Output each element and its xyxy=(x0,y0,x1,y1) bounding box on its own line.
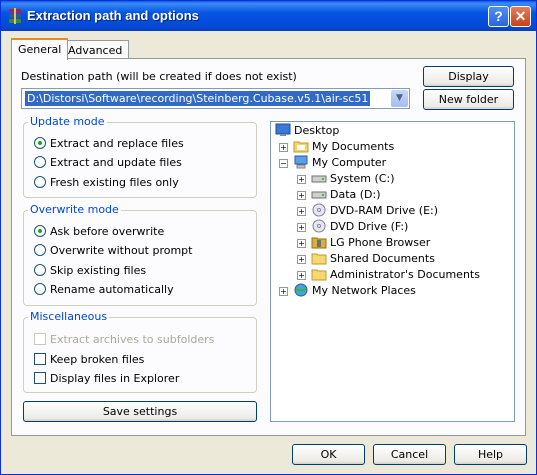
expand-plus-icon[interactable]: + xyxy=(279,143,288,152)
folder-icon xyxy=(311,269,327,281)
folder-icon xyxy=(311,253,327,265)
tree-item-administrators-documents[interactable]: + Administrator's Documents xyxy=(297,267,480,283)
folder-documents-icon xyxy=(293,141,309,153)
radio-extract-and-update[interactable]: Extract and update files xyxy=(34,156,182,170)
expand-plus-icon[interactable]: + xyxy=(297,239,306,248)
tab-general[interactable]: General xyxy=(11,38,69,60)
display-button[interactable]: Display xyxy=(423,66,514,87)
radio-fresh-existing[interactable]: Fresh existing files only xyxy=(34,176,179,190)
overwrite-mode-title: Overwrite mode xyxy=(28,203,121,216)
radio-icon-selected[interactable] xyxy=(34,137,46,149)
tree-item-lg-phone-browser[interactable]: + LG Phone Browser xyxy=(297,235,430,251)
expand-plus-icon[interactable]: + xyxy=(297,207,306,216)
radio-label: Skip existing files xyxy=(50,264,147,277)
tree-item-system-c[interactable]: + System (C:) xyxy=(297,171,395,187)
update-mode-title: Update mode xyxy=(28,115,107,128)
expand-plus-icon[interactable]: + xyxy=(279,287,288,296)
update-mode-group: Update mode Extract and replace files Ex… xyxy=(23,115,257,198)
tree-item-data-d[interactable]: + Data (D:) xyxy=(297,187,381,203)
radio-icon[interactable] xyxy=(34,264,46,276)
expand-plus-icon[interactable]: + xyxy=(297,191,306,200)
radio-label: Ask before overwrite xyxy=(50,225,165,238)
new-folder-button[interactable]: New folder xyxy=(423,89,514,110)
tree-item-label: Data (D:) xyxy=(330,188,381,201)
title-bar[interactable]: Extraction path and options ? ✕ xyxy=(1,1,536,31)
drive-icon xyxy=(311,175,327,183)
tree-item-label: System (C:) xyxy=(330,172,395,185)
checkbox-keep-broken-files[interactable]: Keep broken files xyxy=(34,353,144,367)
overwrite-mode-group: Overwrite mode Ask before overwrite Over… xyxy=(23,203,257,306)
tree-item-my-documents[interactable]: + My Documents xyxy=(279,139,394,155)
desktop-icon xyxy=(275,123,291,136)
tree-item-my-network-places[interactable]: + My Network Places xyxy=(279,283,416,299)
checkbox-display-in-explorer[interactable]: Display files in Explorer xyxy=(34,372,179,386)
radio-label: Extract and update files xyxy=(50,156,182,169)
dvd-drive-icon xyxy=(312,219,326,233)
dialog-window: Extraction path and options ? ✕ General … xyxy=(0,0,537,475)
tree-item-label: My Documents xyxy=(312,140,395,153)
tree-item-label: Shared Documents xyxy=(330,252,435,265)
radio-icon[interactable] xyxy=(34,156,46,168)
phone-folder-icon xyxy=(311,237,327,249)
expand-plus-icon[interactable]: + xyxy=(297,175,306,184)
expand-plus-icon[interactable]: + xyxy=(297,255,306,264)
radio-label: Fresh existing files only xyxy=(50,176,179,189)
chevron-down-icon[interactable]: ▼ xyxy=(391,90,408,107)
expand-plus-icon[interactable]: + xyxy=(297,223,306,232)
checkbox-extract-to-subfolders: Extract archives to subfolders xyxy=(34,333,214,347)
tree-item-label: DVD Drive (F:) xyxy=(330,220,409,233)
radio-ask-before-overwrite[interactable]: Ask before overwrite xyxy=(34,225,164,239)
folder-tree[interactable]: Desktop + My Documents − My Computer + S… xyxy=(270,121,515,422)
radio-label: Extract and replace files xyxy=(50,137,184,150)
radio-icon[interactable] xyxy=(34,176,46,188)
checkbox-icon[interactable] xyxy=(34,372,46,384)
tree-item-label: DVD-RAM Drive (E:) xyxy=(330,204,439,217)
window-title: Extraction path and options xyxy=(27,8,199,23)
checkbox-label: Extract archives to subfolders xyxy=(50,333,215,346)
title-close-button[interactable]: ✕ xyxy=(510,6,531,27)
radio-rename-automatically[interactable]: Rename automatically xyxy=(34,283,174,297)
radio-icon[interactable] xyxy=(34,283,46,295)
tree-item-dvd-ram-e[interactable]: + DVD-RAM Drive (E:) xyxy=(297,203,438,219)
miscellaneous-title: Miscellaneous xyxy=(28,310,110,323)
radio-icon-selected[interactable] xyxy=(34,225,46,237)
cancel-button[interactable]: Cancel xyxy=(373,444,446,465)
destination-path-combobox[interactable]: D:\Distorsi\Software\recording\Steinberg… xyxy=(21,88,410,109)
tree-item-label: Desktop xyxy=(294,124,340,137)
checkbox-icon-disabled xyxy=(34,333,46,345)
tree-item-label: My Network Places xyxy=(312,284,416,297)
title-help-button[interactable]: ? xyxy=(488,6,509,27)
dvd-drive-icon xyxy=(312,203,326,217)
radio-overwrite-without-prompt[interactable]: Overwrite without prompt xyxy=(34,244,192,258)
tree-item-dvd-f[interactable]: + DVD Drive (F:) xyxy=(297,219,408,235)
destination-path-label: Destination path (will be created if doe… xyxy=(21,70,297,83)
ok-button[interactable]: OK xyxy=(292,444,365,465)
radio-label: Overwrite without prompt xyxy=(50,244,193,257)
expand-plus-icon[interactable]: + xyxy=(297,271,306,280)
tree-item-label: My Computer xyxy=(312,156,387,169)
checkbox-icon[interactable] xyxy=(34,353,46,365)
help-button[interactable]: Help xyxy=(454,444,527,465)
checkbox-label: Display files in Explorer xyxy=(50,372,180,385)
tree-item-label: LG Phone Browser xyxy=(330,236,431,249)
tree-item-desktop[interactable]: Desktop xyxy=(275,123,339,139)
computer-icon xyxy=(294,155,308,169)
radio-skip-existing[interactable]: Skip existing files xyxy=(34,264,146,278)
radio-icon[interactable] xyxy=(34,244,46,256)
save-settings-button[interactable]: Save settings xyxy=(23,401,257,422)
checkbox-label: Keep broken files xyxy=(50,353,145,366)
collapse-minus-icon[interactable]: − xyxy=(279,159,288,168)
tab-advanced[interactable]: Advanced xyxy=(61,40,130,59)
tree-item-my-computer[interactable]: − My Computer xyxy=(279,155,386,171)
radio-extract-and-replace[interactable]: Extract and replace files xyxy=(34,137,184,151)
tree-item-shared-documents[interactable]: + Shared Documents xyxy=(297,251,435,267)
drive-icon xyxy=(311,191,327,199)
network-icon xyxy=(294,283,308,297)
miscellaneous-group: Miscellaneous Extract archives to subfol… xyxy=(23,310,257,393)
radio-label: Rename automatically xyxy=(50,283,174,296)
winrar-app-icon xyxy=(9,8,21,24)
destination-path-value[interactable]: D:\Distorsi\Software\recording\Steinberg… xyxy=(25,91,371,106)
tree-item-label: Administrator's Documents xyxy=(330,268,480,281)
